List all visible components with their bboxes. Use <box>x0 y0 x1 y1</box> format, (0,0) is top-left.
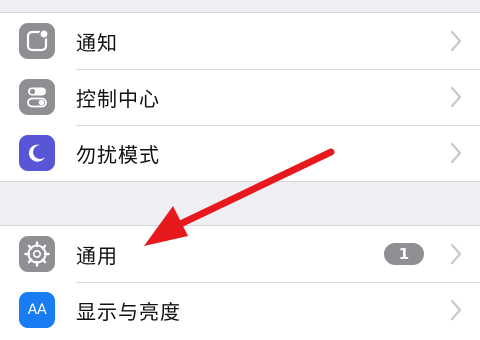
control-center-icon <box>19 79 55 115</box>
settings-row-general[interactable]: 通用 1 <box>0 226 480 282</box>
chevron-right-icon <box>450 299 462 321</box>
do-not-disturb-icon <box>19 135 55 171</box>
display-brightness-label: 显示与亮度 <box>76 299 181 324</box>
update-badge: 1 <box>384 243 424 265</box>
chevron-right-icon <box>450 30 462 52</box>
notifications-label: 通知 <box>76 30 118 55</box>
settings-row-display-brightness[interactable]: AA 显示与亮度 <box>0 282 480 338</box>
display-brightness-icon-text: AA <box>27 302 47 318</box>
settings-row-notifications[interactable]: 通知 <box>0 13 480 69</box>
notifications-icon <box>19 23 55 59</box>
chevron-right-icon <box>450 142 462 164</box>
chevron-right-icon <box>450 86 462 108</box>
settings-group-1: 通知 控制中心 勿扰模式 <box>0 12 480 182</box>
settings-row-do-not-disturb[interactable]: 勿扰模式 <box>0 125 480 181</box>
control-center-label: 控制中心 <box>76 86 160 111</box>
settings-row-control-center[interactable]: 控制中心 <box>0 69 480 125</box>
general-gear-icon <box>19 236 55 272</box>
general-label: 通用 <box>76 243 118 268</box>
chevron-right-icon <box>450 243 462 265</box>
display-brightness-icon: AA <box>19 292 55 328</box>
do-not-disturb-label: 勿扰模式 <box>76 142 160 167</box>
settings-group-2: 通用 1 AA 显示与亮度 <box>0 225 480 340</box>
